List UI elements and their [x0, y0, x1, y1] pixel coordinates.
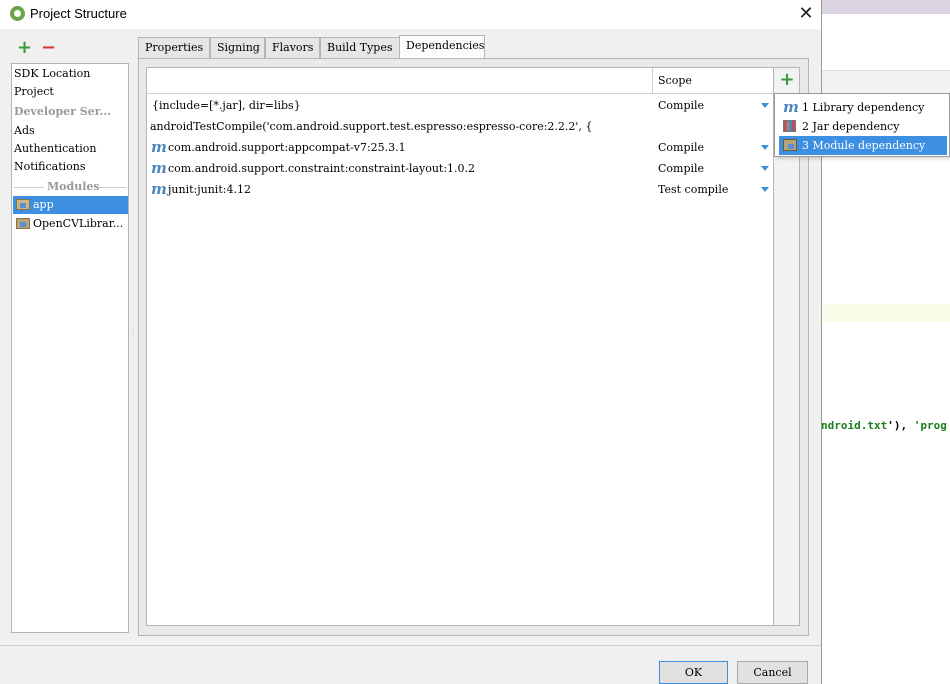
title-bar: Project Structure ✕ [0, 0, 821, 29]
dialog-title: Project Structure [30, 6, 127, 21]
module-item-app[interactable]: app [13, 196, 128, 214]
separator-line [98, 187, 126, 188]
add-dependency-menu: m 1 Library dependency 2 Jar dependency … [774, 93, 950, 157]
tab-properties[interactable]: Properties [138, 37, 210, 59]
scope-dropdown-arrow-icon[interactable] [761, 145, 769, 150]
scope-dropdown-arrow-icon[interactable] [761, 187, 769, 192]
maven-library-icon: m [151, 138, 167, 156]
dependency-scope: Compile [658, 162, 705, 175]
background-code-green2: 'prog [913, 419, 947, 432]
android-studio-icon [10, 6, 25, 21]
table-row[interactable]: m junit:junit:4.12 Test compile [147, 179, 773, 200]
maven-library-icon: m [783, 98, 799, 116]
sidebar-item-sdk-location[interactable]: SDK Location [14, 65, 90, 82]
background-highlight-line [821, 304, 950, 322]
sidebar-item-authentication[interactable]: Authentication [14, 140, 96, 157]
sidebar-item-developer-services: Developer Ser... [14, 105, 111, 118]
menu-item-library-dependency[interactable]: m 1 Library dependency [779, 98, 947, 117]
dependency-scope: Compile [658, 99, 705, 112]
table-row[interactable]: m com.android.support.constraint:constra… [147, 158, 773, 179]
modules-separator: Modules [14, 180, 126, 194]
ok-button[interactable]: OK [659, 661, 728, 684]
sidebar-item-project[interactable]: Project [14, 83, 54, 100]
dependency-name: junit:junit:4.12 [168, 183, 251, 196]
separator-line [14, 187, 44, 188]
background-code-line: ndroid.txt'), 'prog [821, 419, 947, 432]
splitter-handle[interactable]: ⋮ [129, 326, 137, 340]
jar-icon [783, 120, 796, 132]
dependency-scope: Test compile [658, 183, 729, 196]
tab-dependencies[interactable]: Dependencies [399, 35, 485, 59]
menu-item-label: 3 Module dependency [802, 139, 926, 152]
dependency-name: {include=[*.jar], dir=libs} [152, 99, 301, 112]
menu-item-label: 1 Library dependency [802, 101, 925, 114]
table-row[interactable]: {include=[*.jar], dir=libs} Compile [147, 95, 773, 116]
background-toolbar-band [821, 70, 950, 94]
background-code-dark: '), [887, 419, 914, 432]
module-folder-icon [16, 199, 30, 210]
module-item-opencv[interactable]: OpenCVLibrar... [13, 215, 128, 233]
background-title-strip [821, 0, 950, 14]
dependency-scope: Compile [658, 141, 705, 154]
sidebar: SDK Location Project Developer Ser... Ad… [11, 63, 129, 633]
cancel-button[interactable]: Cancel [737, 661, 808, 684]
maven-library-icon: m [151, 159, 167, 177]
add-module-button[interactable]: + [17, 37, 32, 58]
background-code-green: ndroid.txt [821, 419, 888, 432]
table-row[interactable]: androidTestCompile('com.android.support.… [147, 116, 773, 137]
modules-label: Modules [47, 180, 100, 193]
tab-signing[interactable]: Signing [210, 37, 265, 59]
sidebar-item-notifications[interactable]: Notifications [14, 158, 86, 175]
dependency-name: com.android.support.constraint:constrain… [168, 162, 476, 175]
dependency-column-header[interactable] [147, 68, 653, 94]
maven-library-icon: m [151, 180, 167, 198]
footer-divider [0, 645, 821, 646]
project-structure-dialog: Project Structure ✕ + − SDK Location Pro… [0, 0, 822, 684]
dependency-name: androidTestCompile('com.android.support.… [150, 120, 593, 133]
module-folder-icon [16, 218, 30, 229]
menu-item-jar-dependency[interactable]: 2 Jar dependency [779, 117, 947, 136]
dependencies-table: Scope {include=[*.jar], dir=libs} Compil… [146, 67, 774, 626]
scope-dropdown-arrow-icon[interactable] [761, 103, 769, 108]
menu-item-label: 2 Jar dependency [802, 120, 900, 133]
menu-item-module-dependency[interactable]: 3 Module dependency [779, 136, 947, 155]
add-dependency-button[interactable]: + [778, 70, 796, 90]
close-button[interactable]: ✕ [795, 3, 817, 25]
sidebar-item-ads[interactable]: Ads [14, 122, 35, 139]
dependency-name: com.android.support:appcompat-v7:25.3.1 [168, 141, 406, 154]
tab-build-types[interactable]: Build Types [320, 37, 400, 59]
module-label: app [33, 198, 54, 211]
table-row[interactable]: m com.android.support:appcompat-v7:25.3.… [147, 137, 773, 158]
module-label: OpenCVLibrar... [33, 217, 124, 230]
scope-column-header[interactable]: Scope [653, 68, 773, 94]
remove-module-button[interactable]: − [41, 37, 56, 58]
scope-dropdown-arrow-icon[interactable] [761, 166, 769, 171]
module-folder-icon [783, 139, 797, 151]
tab-flavors[interactable]: Flavors [265, 37, 320, 59]
